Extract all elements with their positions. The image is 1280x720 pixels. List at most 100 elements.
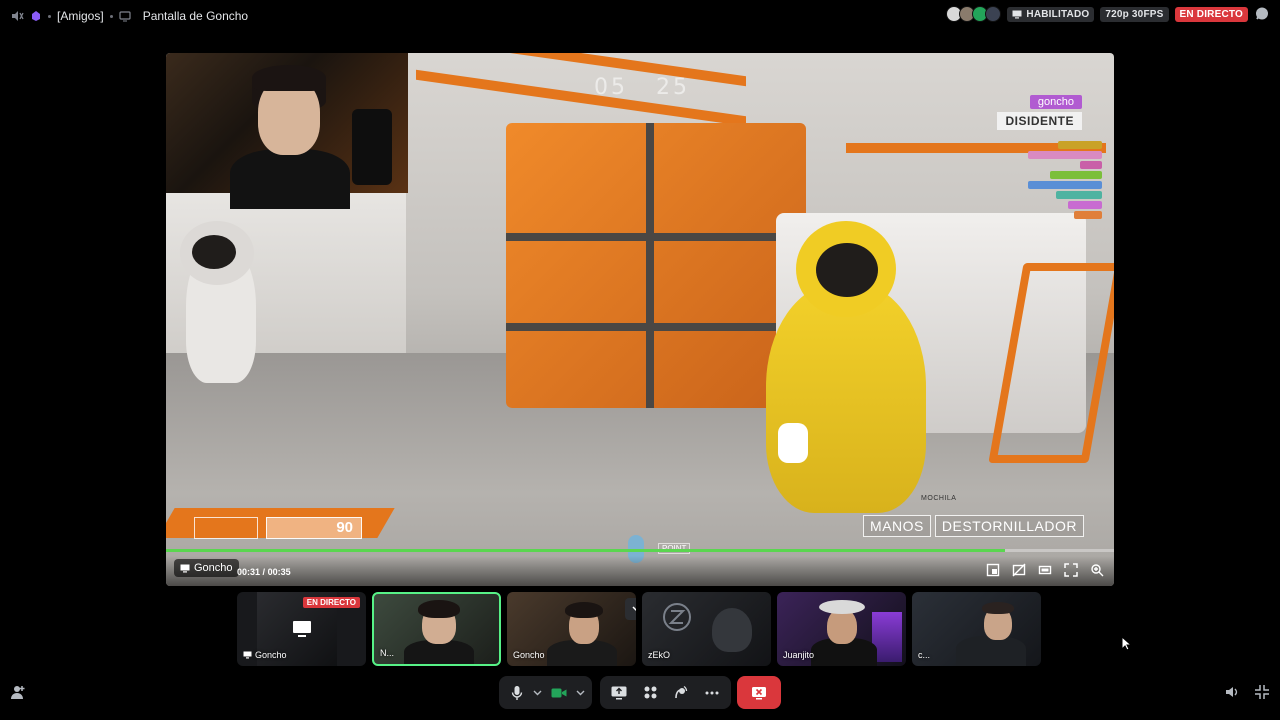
mic-options-button[interactable] <box>532 679 544 707</box>
screen-share-icon <box>180 564 190 573</box>
participant-tile[interactable]: c... <box>912 592 1041 666</box>
astronaut-visor <box>816 243 878 297</box>
live-badge: EN DIRECTO <box>1174 6 1248 22</box>
breadcrumb: [Amigos] Pantalla de Goncho <box>0 9 248 23</box>
fullscreen-icon[interactable] <box>1064 563 1078 577</box>
media-controls <box>499 676 592 709</box>
player-role-panel: goncho DISIDENTE <box>997 95 1082 130</box>
stream-footer-gradient <box>166 556 1114 586</box>
stream-controls <box>986 563 1104 577</box>
tool-destornillador: DESTORNILLADOR <box>934 515 1084 537</box>
participant-tile[interactable]: EN DIRECTO Goncho <box>237 592 366 666</box>
participant-name: c... <box>918 650 931 660</box>
server-icon[interactable] <box>30 10 42 22</box>
tile-options-button[interactable] <box>625 598 636 620</box>
separator-dot <box>109 14 113 18</box>
add-friend-icon[interactable] <box>10 684 26 700</box>
disconnect-button[interactable] <box>737 676 781 709</box>
astronaut-knee <box>778 423 808 463</box>
game-timer: 05 25 <box>594 75 690 100</box>
separator-dot <box>48 14 51 18</box>
mic-button[interactable] <box>505 679 528 707</box>
participant-label: N... <box>380 648 394 658</box>
participant-label: zEkO <box>648 650 670 660</box>
participant-name: Goncho <box>513 650 545 660</box>
more-options-button[interactable] <box>698 679 725 707</box>
participant-label: c... <box>918 650 930 660</box>
bottom-right-controls <box>1224 684 1270 700</box>
rocket-icon <box>643 685 658 700</box>
streamer-name-tag: Goncho <box>174 559 239 577</box>
hide-video-icon[interactable] <box>1012 563 1026 577</box>
astronaut-visor <box>192 235 236 269</box>
main-stream-view[interactable]: 05 25 goncho DISIDENTE 90 MOCHILA MANOS D… <box>166 53 1114 586</box>
time-separator: / <box>262 567 266 577</box>
chevron-down-icon <box>533 690 542 696</box>
zeko-logo-icon <box>662 602 692 632</box>
disconnect-icon <box>751 686 767 700</box>
video-progress-bar[interactable] <box>166 549 1114 552</box>
streamer-webcam <box>166 53 408 209</box>
player-role: DISIDENTE <box>997 112 1082 130</box>
video-progress-fill <box>166 549 1005 552</box>
theater-mode-icon[interactable] <box>1038 563 1052 577</box>
health-display: 90 <box>194 517 362 539</box>
screen-share-icon <box>243 651 252 659</box>
timer-seconds: 25 <box>656 75 690 100</box>
orange-crate <box>506 123 806 408</box>
camera-options-button[interactable] <box>575 679 587 707</box>
participant-tile[interactable]: zEkO <box>642 592 771 666</box>
participant-label: Goncho <box>243 650 287 660</box>
screen-share-icon <box>292 620 312 638</box>
channel-name[interactable]: [Amigos] <box>57 9 104 23</box>
microphone-icon <box>511 685 523 701</box>
share-screen-button[interactable] <box>606 679 633 707</box>
participant-name: N... <box>380 648 395 658</box>
soundboard-icon <box>673 685 688 700</box>
page-title: Pantalla de Goncho <box>142 9 249 23</box>
more-icon <box>705 691 719 695</box>
participant-tile[interactable]: N... <box>372 592 501 666</box>
player-list <box>1028 141 1102 219</box>
popout-icon[interactable] <box>986 563 1000 577</box>
time-total: 00:35 <box>267 567 291 577</box>
participant-name: Juanjito <box>783 650 815 660</box>
timer-minutes: 05 <box>594 75 628 100</box>
participant-name: Goncho <box>255 650 287 660</box>
screen-share-icon <box>119 10 131 22</box>
participant-name: zEkO <box>648 650 671 660</box>
ammo-box <box>194 517 258 539</box>
player-name: goncho <box>1029 95 1082 109</box>
astronaut-yellow <box>766 283 926 513</box>
timecode: 00:31 / 00:35 <box>237 567 291 577</box>
chat-icon[interactable] <box>1254 6 1270 22</box>
backpack-label: MOCHILA <box>921 495 957 502</box>
participant-tiles: EN DIRECTO Goncho N... Goncho zEkO Juanj… <box>237 592 1041 666</box>
soundboard-button[interactable] <box>668 679 695 707</box>
screen-icon <box>1012 10 1022 19</box>
participant-label: Juanjito <box>783 650 814 660</box>
exit-fullscreen-icon[interactable] <box>1254 684 1270 700</box>
activity-controls <box>600 676 731 709</box>
zoom-icon[interactable] <box>1090 563 1104 577</box>
habilitado-label: HABILITADO <box>1026 8 1090 20</box>
share-screen-icon <box>611 686 627 700</box>
tool-bar: MOCHILA MANOS DESTORNILLADOR <box>863 495 1084 537</box>
participant-tile[interactable]: Goncho <box>507 592 636 666</box>
tool-manos: MANOS <box>863 515 931 537</box>
camera-button[interactable] <box>548 679 571 707</box>
time-current: 00:31 <box>237 567 261 577</box>
top-bar: [Amigos] Pantalla de Goncho HABILITADO 7… <box>0 0 1280 32</box>
speaker-muted-icon[interactable] <box>10 9 24 23</box>
volume-icon[interactable] <box>1224 684 1240 700</box>
chevron-down-icon <box>576 690 585 696</box>
participant-label: Goncho <box>513 650 545 660</box>
habilitado-badge[interactable]: HABILITADO <box>1007 6 1095 22</box>
participant-tile[interactable]: Juanjito <box>777 592 906 666</box>
mouse-cursor-icon <box>1121 636 1131 651</box>
camera-icon <box>551 687 567 699</box>
chevron-down-icon <box>632 606 636 612</box>
viewer-avatars[interactable] <box>946 6 1002 22</box>
activities-button[interactable] <box>637 679 664 707</box>
quality-badge: 720p 30FPS <box>1100 6 1169 22</box>
